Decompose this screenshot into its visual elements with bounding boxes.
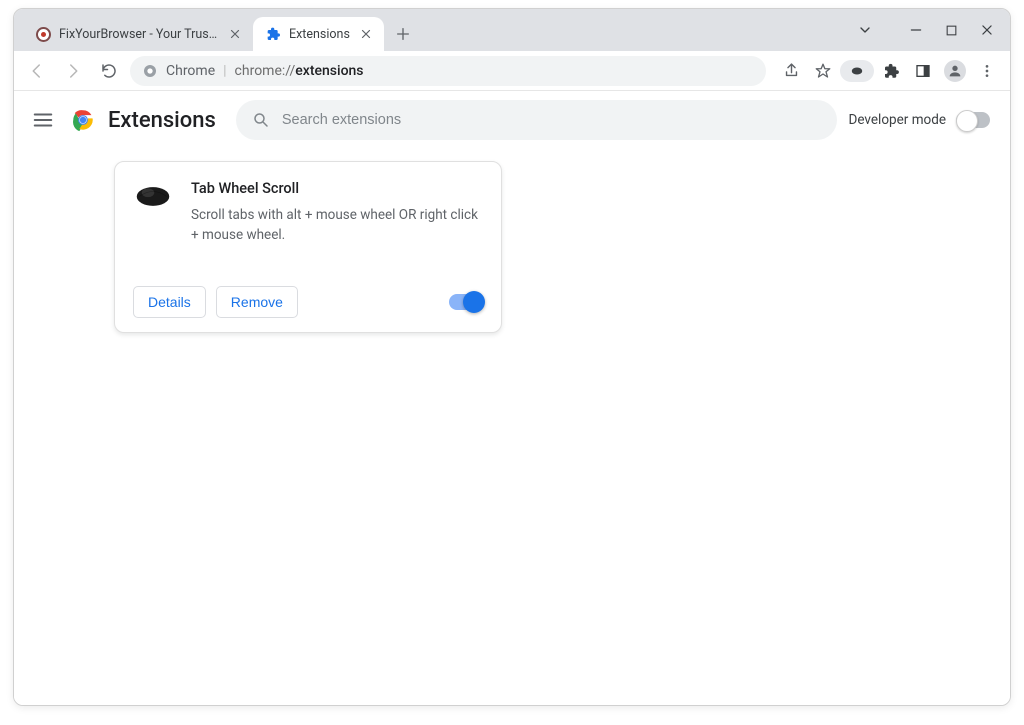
search-input[interactable]	[282, 112, 821, 128]
developer-mode: Developer mode	[849, 112, 997, 128]
url-text: chrome://extensions	[235, 63, 364, 79]
browser-window: FixYourBrowser - Your Trusted So Extensi…	[13, 8, 1011, 706]
developer-mode-toggle[interactable]	[956, 112, 990, 128]
close-tab-icon[interactable]	[358, 26, 374, 42]
tab-title: Extensions	[289, 27, 350, 42]
tab-strip: FixYourBrowser - Your Trusted So Extensi…	[14, 9, 1010, 51]
tab-extensions[interactable]: Extensions	[253, 17, 384, 51]
bookmark-star-icon[interactable]	[808, 56, 838, 86]
tab-fixyourbrowser[interactable]: FixYourBrowser - Your Trusted So	[24, 17, 253, 51]
extension-enabled-toggle[interactable]	[449, 294, 483, 310]
share-icon[interactable]	[776, 56, 806, 86]
address-bar[interactable]: Chrome | chrome://extensions	[130, 56, 766, 86]
close-window-button[interactable]	[980, 23, 994, 37]
new-tab-button[interactable]	[388, 19, 418, 49]
favicon-fixyourbrowser	[36, 27, 51, 42]
chevron-down-icon[interactable]	[857, 22, 873, 38]
details-button[interactable]: Details	[133, 286, 206, 318]
profile-avatar[interactable]	[940, 56, 970, 86]
extensions-header: Extensions Developer mode	[14, 91, 1010, 149]
page-title: Extensions	[108, 108, 216, 133]
chrome-logo-icon	[70, 107, 96, 133]
extension-icon-mouse	[133, 184, 173, 212]
browser-toolbar: Chrome | chrome://extensions	[14, 51, 1010, 91]
favicon-extensions-icon	[265, 26, 281, 42]
toolbar-actions	[772, 56, 1002, 86]
chrome-scheme-icon	[142, 63, 158, 79]
omnibox-separator: |	[223, 63, 226, 79]
tab-title: FixYourBrowser - Your Trusted So	[59, 27, 219, 42]
side-panel-icon[interactable]	[908, 56, 938, 86]
page-content: Extensions Developer mode Tab Wh	[14, 91, 1010, 705]
active-extension-pill[interactable]	[840, 60, 874, 82]
search-extensions[interactable]	[236, 100, 837, 140]
extensions-puzzle-icon[interactable]	[876, 56, 906, 86]
minimize-button[interactable]	[909, 23, 923, 37]
back-button[interactable]	[22, 56, 52, 86]
maximize-button[interactable]	[945, 24, 958, 37]
reload-button[interactable]	[94, 56, 124, 86]
remove-button[interactable]: Remove	[216, 286, 298, 318]
kebab-menu-icon[interactable]	[972, 56, 1002, 86]
forward-button[interactable]	[58, 56, 88, 86]
extension-description: Scroll tabs with alt + mouse wheel OR ri…	[191, 205, 483, 246]
scheme-label: Chrome	[166, 63, 215, 79]
developer-mode-label: Developer mode	[849, 112, 947, 128]
extensions-list: Tab Wheel Scroll Scroll tabs with alt + …	[14, 149, 1010, 333]
extension-name: Tab Wheel Scroll	[191, 180, 483, 197]
hamburger-menu-icon[interactable]	[28, 105, 58, 135]
extension-card: Tab Wheel Scroll Scroll tabs with alt + …	[114, 161, 502, 333]
window-controls	[857, 9, 1004, 51]
search-icon	[252, 111, 270, 129]
close-tab-icon[interactable]	[227, 26, 243, 42]
